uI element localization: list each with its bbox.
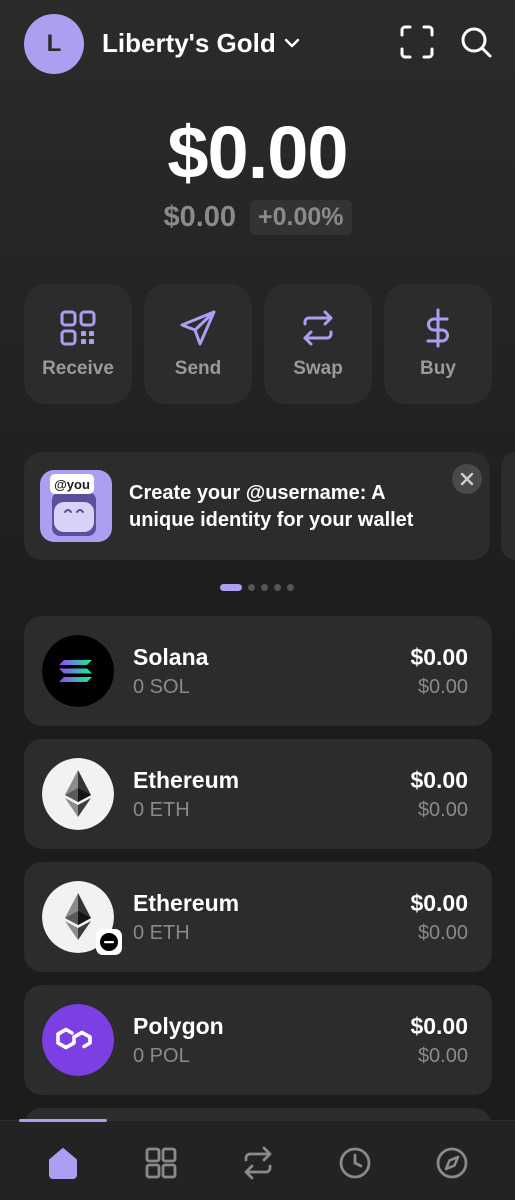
token-amount: 0 POL: [133, 1045, 190, 1067]
search-icon: [461, 27, 492, 58]
account-switcher[interactable]: Liberty's Gold: [102, 26, 302, 60]
buy-button[interactable]: Buy: [384, 284, 492, 404]
token-value: $0.00: [410, 1013, 468, 1039]
carousel-dot[interactable]: [248, 584, 255, 591]
token-fiat-value: $0.00: [417, 676, 468, 698]
header: L Liberty's Gold: [0, 0, 515, 90]
username-badge-illustration: @you: [40, 470, 112, 542]
receive-label: Receive: [42, 358, 114, 379]
base-network-icon: [100, 933, 118, 951]
token-name: Ethereum: [133, 890, 240, 916]
carousel-dot[interactable]: [274, 584, 281, 591]
token-row-ethereum-network[interactable]: Ethereum 0 ETH $0.00 $0.00: [24, 862, 492, 972]
token-fiat-value: $0.00: [417, 922, 468, 944]
polygon-icon: [42, 1004, 114, 1076]
next-promo-card-peek[interactable]: [501, 452, 515, 560]
solana-icon: [42, 635, 114, 707]
avatar-letter: L: [46, 30, 62, 57]
token-amount: 0 ETH: [133, 922, 190, 944]
qr-code-icon: [60, 310, 96, 346]
active-tab-indicator: [19, 1119, 107, 1122]
dollar-icon: [426, 308, 449, 348]
promo-close-button[interactable]: [452, 464, 482, 494]
carousel-dot[interactable]: [261, 584, 268, 591]
balance-change-row: $0.00 +0.00%: [0, 200, 515, 235]
home-icon: [49, 1148, 77, 1179]
total-balance: $0.00: [167, 111, 348, 194]
nav-swap[interactable]: [238, 1143, 278, 1183]
swap-button[interactable]: Swap: [264, 284, 372, 404]
token-value: $0.00: [410, 767, 468, 793]
clock-icon: [339, 1147, 371, 1179]
scan-button[interactable]: [397, 22, 437, 62]
compass-icon: [436, 1147, 468, 1179]
token-name: Ethereum: [133, 767, 240, 793]
balance-change-value: $0.00: [163, 201, 237, 233]
account-avatar[interactable]: L: [24, 14, 84, 74]
token-fiat-value: $0.00: [417, 799, 468, 821]
receive-button[interactable]: Receive: [24, 284, 132, 404]
balance-change-percent: +0.00%: [250, 200, 352, 235]
promo-art-label: @you: [54, 477, 90, 492]
token-name: Polygon: [133, 1013, 224, 1039]
quick-actions: Receive Send Swap Buy: [24, 284, 492, 404]
wallet-home-screen: L Liberty's Gold $0.00 $0.00 +0.00% Rece…: [0, 0, 515, 1200]
scan-icon: [400, 25, 434, 59]
network-badge: [96, 929, 122, 955]
token-fiat-value: $0.00: [417, 1045, 468, 1067]
nav-home[interactable]: [43, 1143, 83, 1183]
send-label: Send: [174, 358, 222, 379]
close-icon: [460, 472, 474, 486]
swap-label: Swap: [293, 358, 343, 379]
carousel-indicator: [220, 584, 294, 591]
token-value: $0.00: [410, 890, 468, 916]
token-amount: 0 SOL: [133, 676, 190, 698]
token-row-solana[interactable]: Solana 0 SOL $0.00 $0.00: [24, 616, 492, 726]
nav-explore[interactable]: [432, 1143, 472, 1183]
carousel-dot[interactable]: [287, 584, 294, 591]
send-button[interactable]: Send: [144, 284, 252, 404]
account-name: Liberty's Gold: [102, 27, 276, 58]
token-value: $0.00: [410, 644, 468, 670]
chevron-down-icon: [284, 38, 299, 48]
token-row-polygon[interactable]: Polygon 0 POL $0.00 $0.00: [24, 985, 492, 1095]
swap-icon: [244, 1146, 272, 1180]
carousel-dot-active[interactable]: [220, 584, 242, 591]
nav-activity[interactable]: [335, 1143, 375, 1183]
username-promo-card[interactable]: @you Create your @username: A unique ide…: [24, 452, 490, 560]
token-name: Solana: [133, 644, 209, 670]
swap-icon: [303, 310, 333, 346]
token-amount: 0 ETH: [133, 799, 190, 821]
ethereum-icon: [42, 758, 114, 830]
promo-text: Create your @username: A unique identity…: [129, 482, 414, 531]
send-icon: [180, 310, 216, 346]
buy-label: Buy: [420, 358, 456, 379]
search-button[interactable]: [456, 22, 496, 62]
nav-collectibles[interactable]: [141, 1143, 181, 1183]
token-row-ethereum[interactable]: Ethereum 0 ETH $0.00 $0.00: [24, 739, 492, 849]
bottom-navigation: [0, 1119, 515, 1200]
grid-icon: [145, 1147, 177, 1179]
